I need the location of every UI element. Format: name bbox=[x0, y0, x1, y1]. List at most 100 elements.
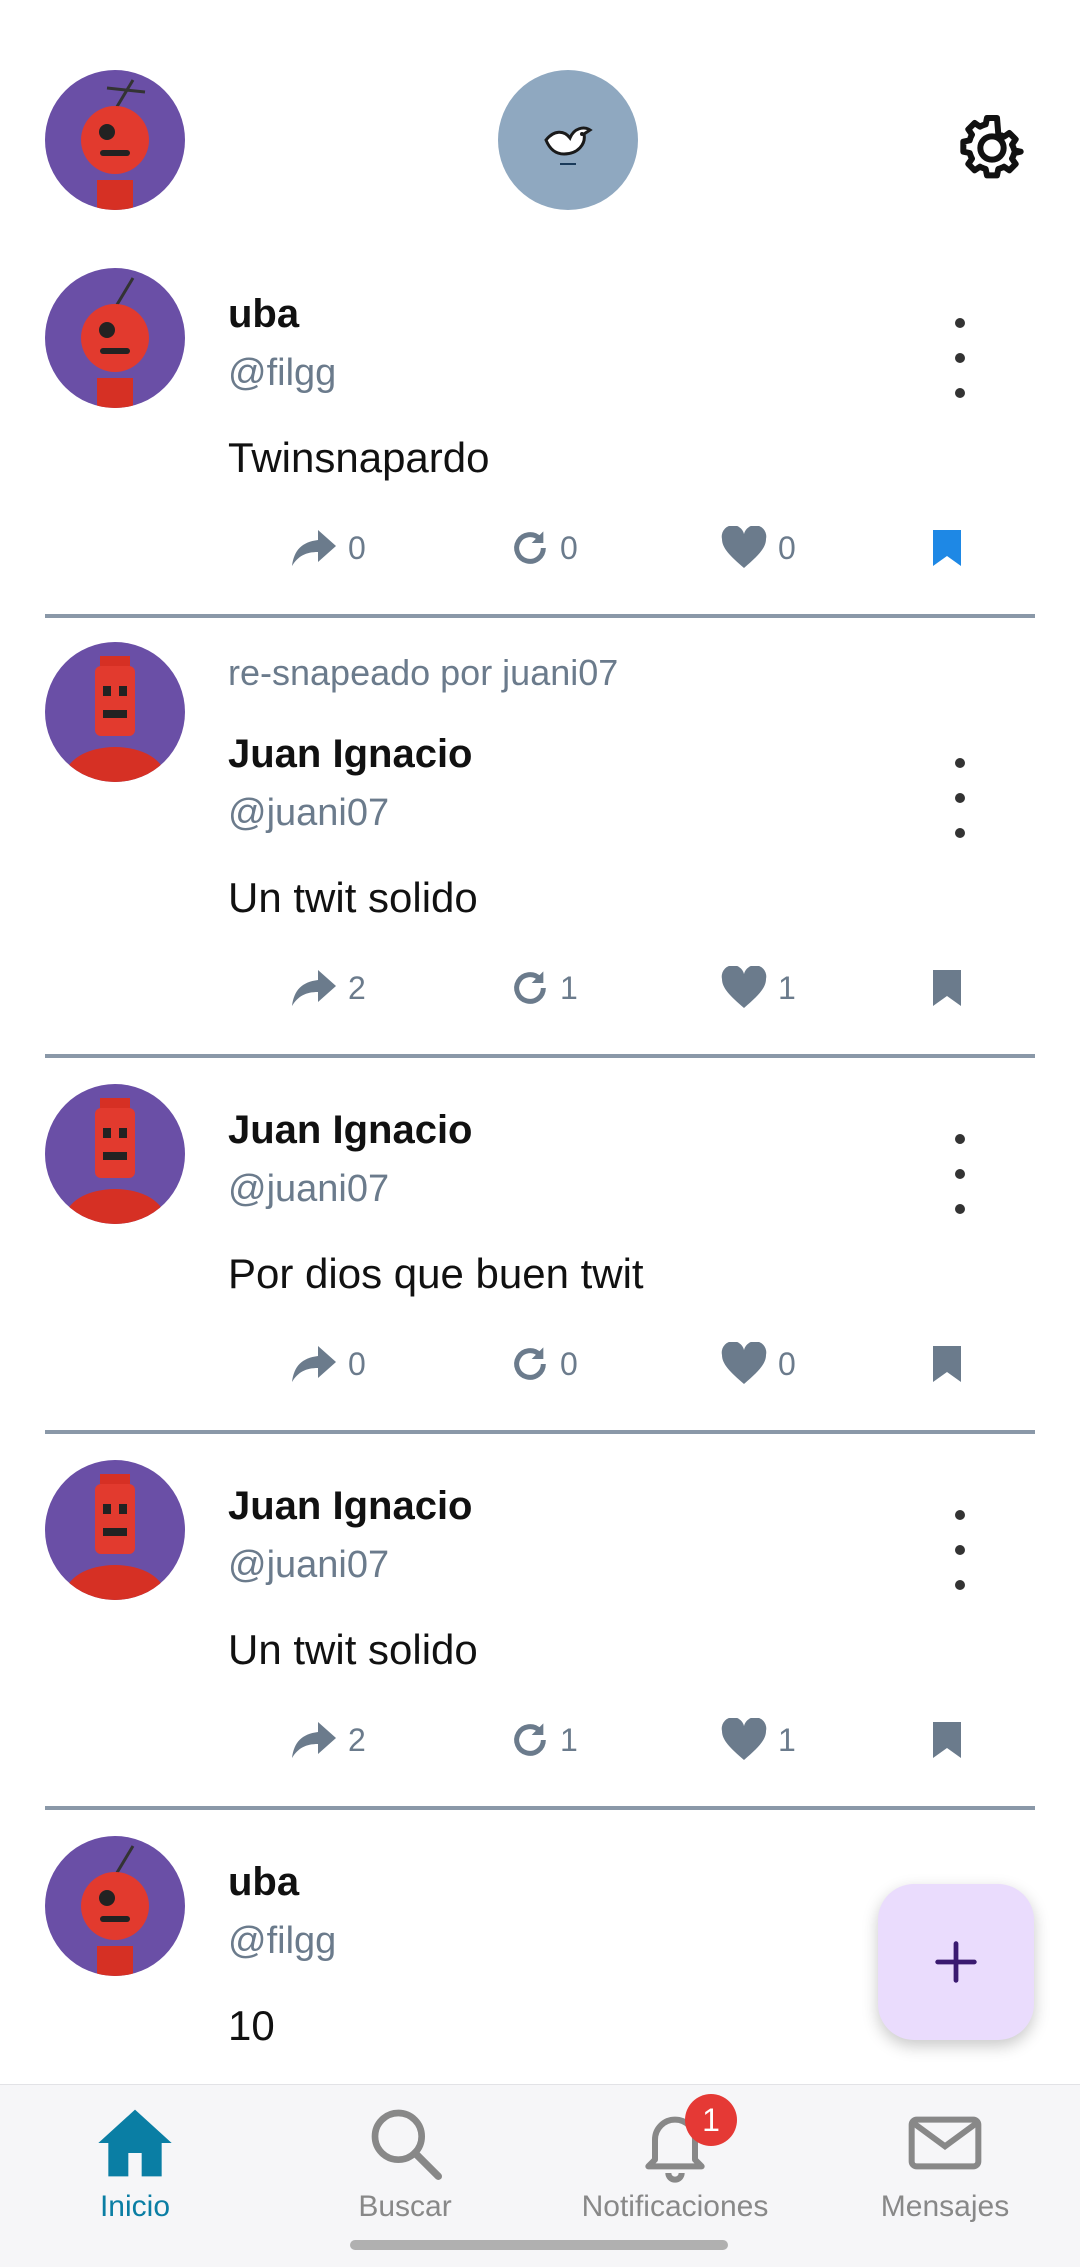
like-button[interactable]: 0 bbox=[720, 518, 796, 578]
post-avatar[interactable] bbox=[45, 1084, 185, 1224]
share-icon bbox=[292, 970, 336, 1006]
bookmark-button[interactable] bbox=[930, 1334, 964, 1394]
compose-button[interactable] bbox=[878, 1884, 1034, 2040]
post[interactable]: re-snapeado por juani07 Juan Ignacio @ju… bbox=[0, 642, 1080, 1052]
nav-label: Inicio bbox=[99, 2190, 171, 2223]
post-actions: 2 1 1 bbox=[290, 1710, 990, 1770]
share-icon bbox=[292, 1346, 336, 1382]
robot-avatar-icon bbox=[81, 79, 149, 210]
resnap-button[interactable]: 1 bbox=[510, 1710, 578, 1770]
resnap-button[interactable]: 0 bbox=[510, 518, 578, 578]
like-button[interactable]: 1 bbox=[720, 958, 796, 1018]
heart-icon bbox=[721, 1718, 767, 1760]
like-count: 0 bbox=[778, 529, 796, 566]
more-options-button[interactable] bbox=[940, 1510, 980, 1590]
post-avatar[interactable] bbox=[45, 1460, 185, 1600]
bookmark-button[interactable] bbox=[930, 958, 964, 1018]
post-text: Twinsnapardo bbox=[228, 434, 490, 481]
share-button[interactable]: 2 bbox=[290, 958, 366, 1018]
robot-avatar-icon bbox=[65, 1098, 165, 1224]
post[interactable]: Juan Ignacio @juani07 Un twit solido 2 1… bbox=[0, 1460, 1080, 1810]
nav-item-notificaciones[interactable]: Notificaciones bbox=[540, 2085, 810, 2235]
app-logo[interactable] bbox=[498, 70, 638, 210]
post-text: 10 bbox=[228, 2002, 275, 2049]
more-options-button[interactable] bbox=[940, 318, 980, 398]
resnap-count: 0 bbox=[560, 529, 578, 566]
share-icon bbox=[292, 1722, 336, 1758]
share-icon bbox=[292, 530, 336, 566]
robot-avatar-icon bbox=[65, 1474, 165, 1600]
resnap-button[interactable]: 1 bbox=[510, 958, 578, 1018]
like-count: 0 bbox=[778, 1345, 796, 1382]
robot-avatar-icon bbox=[81, 277, 149, 408]
share-count: 0 bbox=[348, 1345, 366, 1382]
bookmark-icon bbox=[933, 1346, 961, 1382]
post-text: Un twit solido bbox=[228, 874, 478, 921]
settings-button[interactable] bbox=[952, 108, 1032, 188]
resnap-count: 1 bbox=[560, 969, 578, 1006]
post-author-handle: @filgg bbox=[228, 352, 337, 394]
plus-icon bbox=[935, 1941, 977, 1983]
robot-avatar-icon bbox=[81, 1845, 149, 1976]
post-divider bbox=[45, 614, 1035, 618]
share-button[interactable]: 2 bbox=[290, 1710, 366, 1770]
nav-label: Notificaciones bbox=[581, 2190, 769, 2223]
post-author-name[interactable]: Juan Ignacio bbox=[228, 732, 473, 777]
post-divider bbox=[45, 1054, 1035, 1058]
bookmark-icon bbox=[933, 970, 961, 1006]
share-button[interactable]: 0 bbox=[290, 518, 366, 578]
home-icon bbox=[98, 2109, 172, 2177]
bookmark-icon bbox=[933, 1722, 961, 1758]
resnap-count: 0 bbox=[560, 1345, 578, 1382]
bird-icon bbox=[544, 126, 593, 165]
post-actions: 0 0 0 bbox=[290, 1334, 990, 1394]
profile-avatar[interactable] bbox=[45, 70, 185, 210]
post-author-name[interactable]: uba bbox=[228, 292, 299, 337]
bookmark-icon bbox=[933, 530, 961, 566]
share-count: 2 bbox=[348, 1721, 366, 1758]
post-author-handle: @juani07 bbox=[228, 792, 390, 834]
post-author-name[interactable]: uba bbox=[228, 1860, 299, 1905]
post-avatar[interactable] bbox=[45, 1836, 185, 1976]
post-avatar[interactable] bbox=[45, 642, 185, 782]
post-actions: 0 0 0 bbox=[290, 518, 990, 578]
like-button[interactable]: 0 bbox=[720, 1334, 796, 1394]
post-actions: 2 1 1 bbox=[290, 958, 990, 1018]
search-icon bbox=[371, 2109, 443, 2180]
mail-icon bbox=[908, 2116, 982, 2170]
nav-label: Buscar bbox=[358, 2190, 452, 2223]
post-author-handle: @juani07 bbox=[228, 1168, 390, 1210]
post-divider bbox=[45, 1430, 1035, 1434]
bookmark-button[interactable] bbox=[930, 518, 964, 578]
heart-icon bbox=[721, 1342, 767, 1384]
resnap-button[interactable]: 0 bbox=[510, 1334, 578, 1394]
heart-icon bbox=[721, 526, 767, 568]
like-count: 1 bbox=[778, 969, 796, 1006]
more-options-button[interactable] bbox=[940, 1134, 980, 1214]
share-count: 2 bbox=[348, 969, 366, 1006]
resnap-icon bbox=[514, 531, 546, 564]
post-author-name[interactable]: Juan Ignacio bbox=[228, 1484, 473, 1529]
robot-avatar-icon bbox=[65, 656, 165, 782]
top-bar bbox=[0, 0, 1080, 250]
post-author-name[interactable]: Juan Ignacio bbox=[228, 1108, 473, 1153]
more-options-button[interactable] bbox=[940, 758, 980, 838]
notification-badge: 1 bbox=[685, 2094, 737, 2146]
post-text: Por dios que buen twit bbox=[228, 1250, 644, 1297]
resnap-icon bbox=[514, 971, 546, 1004]
post-avatar[interactable] bbox=[45, 268, 185, 408]
resnapped-by-label: re-snapeado por juani07 bbox=[228, 652, 619, 693]
post-author-handle: @filgg bbox=[228, 1920, 337, 1962]
nav-item-mensajes[interactable]: Mensajes bbox=[810, 2085, 1080, 2235]
post-divider bbox=[45, 1806, 1035, 1810]
share-button[interactable]: 0 bbox=[290, 1334, 366, 1394]
like-button[interactable]: 1 bbox=[720, 1710, 796, 1770]
nav-item-inicio[interactable]: Inicio bbox=[0, 2085, 270, 2235]
post[interactable]: Juan Ignacio @juani07 Por dios que buen … bbox=[0, 1084, 1080, 1434]
bookmark-button[interactable] bbox=[930, 1710, 964, 1770]
home-indicator[interactable] bbox=[350, 2240, 728, 2250]
post-text: Un twit solido bbox=[228, 1626, 478, 1673]
nav-item-buscar[interactable]: Buscar bbox=[270, 2085, 540, 2235]
post[interactable]: uba @filgg Twinsnapardo 0 0 0 bbox=[0, 268, 1080, 618]
heart-icon bbox=[721, 966, 767, 1008]
